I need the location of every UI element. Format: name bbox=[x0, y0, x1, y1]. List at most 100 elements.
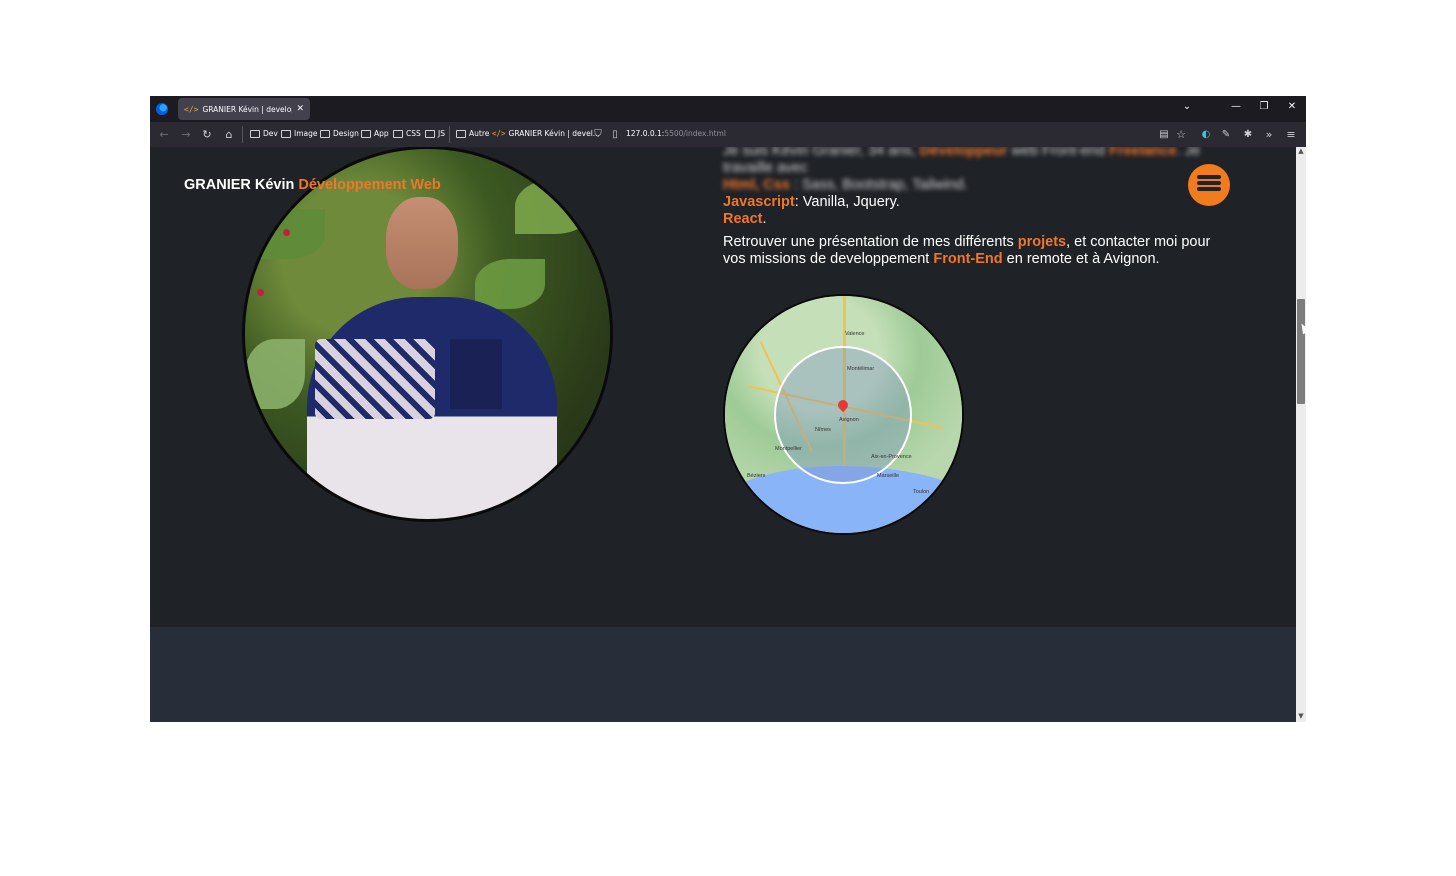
leaf-decoration bbox=[475, 259, 545, 309]
bookmark-label: App bbox=[374, 129, 389, 138]
about-paragraph: Retrouver une présentation de mes différ… bbox=[723, 234, 1243, 268]
bookmark-folder-css[interactable]: CSS bbox=[393, 129, 421, 138]
tab-active[interactable]: </> GRANIER Kévin | developpeur w ✕ bbox=[178, 98, 310, 120]
extensions-puzzle-icon[interactable]: ✱ bbox=[1241, 128, 1255, 142]
bookmark-label: CSS bbox=[406, 129, 421, 138]
about-text: en remote et à Avignon. bbox=[1002, 251, 1160, 267]
flower-decoration bbox=[257, 289, 264, 296]
bookmark-page-granier[interactable]: </> GRANIER Kévin | devel... bbox=[492, 129, 600, 138]
browser-window: </> GRANIER Kévin | developpeur w ✕ ⌄ — … bbox=[150, 96, 1306, 722]
intro-text: : Vanilla, Jquery. bbox=[794, 194, 900, 210]
back-icon[interactable]: ← bbox=[157, 128, 171, 142]
intro-line: React. bbox=[723, 211, 1243, 228]
reload-icon[interactable]: ↻ bbox=[200, 128, 214, 142]
shield-icon[interactable]: ⛉ bbox=[591, 128, 605, 142]
bookmark-label: Autre bbox=[469, 129, 490, 138]
scrollbar-thumb[interactable] bbox=[1297, 299, 1305, 404]
folder-icon bbox=[456, 129, 466, 138]
list-all-tabs-icon[interactable]: ⌄ bbox=[1179, 101, 1195, 112]
forward-icon[interactable]: → bbox=[179, 128, 193, 142]
shirt-pocket bbox=[450, 339, 502, 409]
site-tagline: Développement Web bbox=[298, 177, 441, 193]
scroll-up-arrow-icon[interactable]: ▲ bbox=[1297, 147, 1305, 155]
restore-button[interactable]: ❐ bbox=[1256, 101, 1272, 112]
minimize-button[interactable]: — bbox=[1228, 101, 1244, 112]
bookmark-folder-image[interactable]: Image bbox=[281, 129, 318, 138]
intro-highlight: Html, Css bbox=[723, 177, 790, 193]
bookmark-label: JS bbox=[438, 129, 445, 138]
reader-view-icon[interactable]: ▤ bbox=[1157, 128, 1171, 142]
url-host: 127.0.0.1: bbox=[626, 129, 665, 138]
intro-text-blurred: travaille avec bbox=[723, 160, 808, 176]
intro-text: Je suis Kévin Granier, 34 ans, Développe… bbox=[723, 147, 1243, 268]
projects-link[interactable]: projets bbox=[1018, 234, 1066, 250]
intro-line: Je suis Kévin Granier, 34 ans, Développe… bbox=[723, 147, 1243, 160]
folder-icon bbox=[425, 129, 435, 138]
tab-strip: </> GRANIER Kévin | developpeur w ✕ ⌄ — … bbox=[150, 96, 1306, 122]
vertical-scrollbar[interactable]: ▲ ▼ bbox=[1296, 147, 1306, 722]
url-bar[interactable]: 127.0.0.1:5500/index.html bbox=[626, 129, 726, 138]
folder-icon bbox=[281, 129, 291, 138]
page-icon: ▯ bbox=[612, 129, 618, 140]
url-path: 5500/index.html bbox=[664, 129, 726, 138]
bookmark-label: Image bbox=[294, 129, 318, 138]
profile-photo bbox=[245, 149, 610, 519]
intro-line: Html, Css : Sass, Bootstrap, Tailwind. bbox=[723, 177, 1243, 194]
map-radius-circle bbox=[774, 346, 912, 484]
folder-icon bbox=[361, 129, 371, 138]
intro-line: Javascript: Vanilla, Jquery. bbox=[723, 194, 1243, 211]
flower-decoration bbox=[283, 229, 290, 236]
map-city-label: Marseille bbox=[877, 473, 900, 479]
bookmark-folder-app[interactable]: App bbox=[361, 129, 389, 138]
extension-icon[interactable]: ◐ bbox=[1199, 128, 1213, 142]
tab-close-icon[interactable]: ✕ bbox=[296, 104, 304, 114]
hamburger-menu-icon[interactable]: ≡ bbox=[1284, 128, 1298, 142]
burger-line bbox=[1197, 175, 1221, 179]
folder-icon bbox=[250, 129, 260, 138]
shirt-pattern bbox=[315, 339, 435, 419]
about-text: , et contacter moi pour bbox=[1066, 234, 1211, 250]
page-content: GRANIER Kévin Développement Web Je suis K… bbox=[150, 147, 1296, 722]
about-highlight: Front-End bbox=[933, 251, 1003, 267]
intro-line: travaille avec bbox=[723, 160, 1243, 177]
folder-icon bbox=[320, 129, 330, 138]
intro-highlight: Développeur bbox=[919, 147, 1008, 159]
bookmark-folder-dev[interactable]: Dev bbox=[250, 129, 278, 138]
intro-highlight: React bbox=[723, 211, 763, 227]
intro-text-blurred: . Je bbox=[1176, 147, 1201, 159]
leaf-decoration bbox=[515, 179, 595, 234]
scroll-down-arrow-icon[interactable]: ▼ bbox=[1297, 712, 1305, 720]
tab-title: GRANIER Kévin | developpeur w bbox=[202, 104, 292, 114]
home-icon[interactable]: ⌂ bbox=[222, 128, 236, 142]
navigation-bar: ← → ↻ ⌂ Dev Image Design App CSS JS Autr… bbox=[150, 122, 1306, 147]
site-name: GRANIER Kévin bbox=[184, 177, 295, 193]
separator bbox=[449, 126, 450, 143]
bookmark-folder-js[interactable]: JS bbox=[425, 129, 445, 138]
overflow-menu-icon[interactable]: » bbox=[1262, 128, 1276, 142]
location-map: Valence Montélimar Avignon Nîmes Montpel… bbox=[725, 296, 962, 533]
map-city-label: Montélimar bbox=[847, 366, 875, 372]
map-city-label: Avignon bbox=[839, 417, 859, 423]
close-window-button[interactable]: ✕ bbox=[1284, 101, 1300, 112]
burger-line bbox=[1197, 187, 1221, 191]
firefox-view-icon[interactable] bbox=[156, 103, 168, 115]
bookmark-folder-autre[interactable]: Autre bbox=[456, 129, 489, 138]
folder-icon bbox=[393, 129, 403, 138]
menu-burger-button[interactable] bbox=[1188, 164, 1230, 206]
leaf-decoration bbox=[245, 339, 305, 409]
burger-line bbox=[1197, 181, 1221, 185]
bookmark-star-icon[interactable]: ☆ bbox=[1174, 128, 1188, 142]
bookmark-label: Design bbox=[333, 129, 359, 138]
intro-text-blurred: web Front-end bbox=[1007, 147, 1110, 159]
bookmark-folder-design[interactable]: Design bbox=[320, 129, 359, 138]
map-city-label: Montpellier bbox=[775, 446, 802, 452]
site-title[interactable]: GRANIER Kévin Développement Web bbox=[184, 177, 441, 193]
separator bbox=[242, 126, 243, 143]
intro-text-blurred: Je suis Kévin Granier, 34 ans, bbox=[723, 147, 920, 159]
map-city-label: Valence bbox=[845, 331, 865, 337]
map-city-label: Toulon bbox=[913, 489, 930, 495]
leaf-decoration bbox=[255, 209, 325, 259]
color-picker-icon[interactable]: ✎ bbox=[1219, 128, 1233, 142]
intro-highlight: Javascript bbox=[723, 194, 795, 210]
about-text: Retrouver une présentation de mes différ… bbox=[723, 234, 1018, 250]
